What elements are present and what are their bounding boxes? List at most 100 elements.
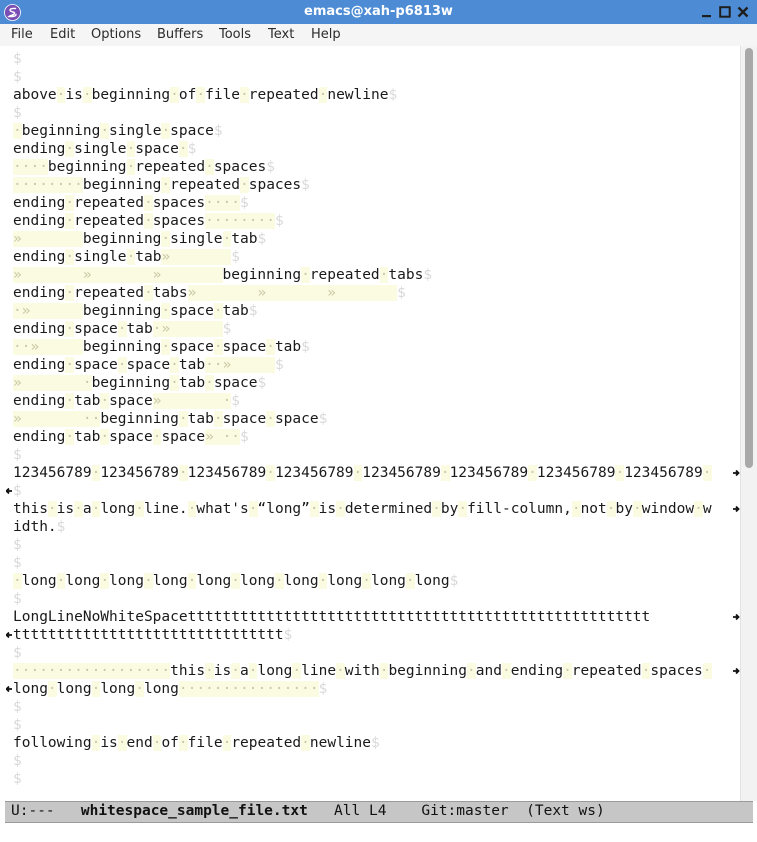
newline-mark: $ <box>248 303 258 319</box>
buffer-line[interactable]: ending·repeated·spaces········$ <box>13 212 284 230</box>
buffer-line[interactable]: $ <box>13 644 22 662</box>
whitespace-mark: · <box>292 663 302 679</box>
whitespace-mark: · <box>74 501 83 517</box>
buffer-line[interactable]: $ <box>13 752 22 770</box>
menu-file[interactable]: File <box>11 24 33 46</box>
buffer-line[interactable]: ending·single·space·$ <box>13 140 196 158</box>
buffer-line[interactable]: ····beginning·repeated·spaces$ <box>13 158 275 176</box>
buffer-line[interactable]: $ <box>13 68 22 86</box>
whitespace-mark: · <box>231 663 240 679</box>
whitespace-mark: · <box>266 339 275 355</box>
buffer-line[interactable]: idth.$ <box>13 518 65 536</box>
whitespace-mark: · <box>100 573 110 589</box>
buffer-line[interactable]: 123456789·123456789·123456789·123456789·… <box>13 464 712 482</box>
newline-mark: $ <box>266 159 275 175</box>
buffer-line[interactable]: » » » beginning·repeated·tabs$ <box>13 266 432 284</box>
buffer-text: beginning <box>91 87 171 103</box>
buffer-line[interactable]: ending·tab·space·space» ··$ <box>13 428 249 446</box>
buffer-line[interactable]: » ··beginning·tab·space·space$ <box>13 410 327 428</box>
buffer-line[interactable]: ending·space·tab·» $ <box>13 320 231 338</box>
buffer-line[interactable]: $ <box>13 554 22 572</box>
buffer-text: beginning <box>82 339 162 355</box>
buffer-text: long <box>56 681 92 697</box>
buffer-text: ending <box>13 213 66 229</box>
whitespace-mark: · <box>65 213 75 229</box>
scrollbar-thumb[interactable] <box>745 48 753 468</box>
buffer-line[interactable]: ··················this·is·a·long·line·wi… <box>13 662 712 680</box>
buffer-line[interactable]: $ <box>13 50 22 68</box>
buffer-line[interactable]: this·is·a·long·line.·what's·“long”·is·de… <box>13 500 712 518</box>
buffer-line[interactable]: ··» beginning·space·space·tab$ <box>13 338 310 356</box>
buffer-text: space <box>170 123 214 139</box>
buffer-text: tab <box>126 321 153 337</box>
buffer-text: what's <box>196 501 249 517</box>
buffer-line[interactable]: $ <box>13 482 22 500</box>
buffer-text: spaces <box>213 159 267 175</box>
maximize-icon[interactable] <box>717 3 733 21</box>
buffer-line[interactable]: ending·single·tab» $ <box>13 248 240 266</box>
buffer-line[interactable]: $ <box>13 770 22 788</box>
close-icon[interactable] <box>735 3 751 21</box>
minibuffer[interactable] <box>0 823 757 842</box>
modeline-modes[interactable]: (Text ws) <box>526 803 605 819</box>
menu-edit[interactable]: Edit <box>50 24 75 46</box>
buffer-line[interactable]: $ <box>13 104 22 122</box>
buffer-text: long <box>283 573 319 589</box>
buffer-line[interactable]: $ <box>13 716 22 734</box>
menu-help[interactable]: Help <box>311 24 341 46</box>
buffer-line[interactable]: above·is·beginning·of·file·repeated·newl… <box>13 86 397 104</box>
newline-mark: $ <box>213 123 223 139</box>
buffer-text: spaces <box>152 213 206 229</box>
whitespace-mark: · <box>467 663 476 679</box>
buffer-line[interactable]: ·» beginning·space·tab$ <box>13 302 257 320</box>
buffer-text: file <box>205 87 241 103</box>
buffer-line[interactable]: ttttttttttttttttttttttttttttttt$ <box>13 626 292 644</box>
buffer-line[interactable]: ending·tab·space» ·$ <box>13 392 240 410</box>
whitespace-mark: ·» <box>152 321 223 337</box>
buffer-text: space <box>170 339 214 355</box>
newline-mark: $ <box>13 591 22 607</box>
buffer-text: this <box>13 501 48 517</box>
buffer-line[interactable]: ·beginning·single·space$ <box>13 122 223 140</box>
whitespace-mark: · <box>702 663 712 679</box>
menu-bar: File Edit Options Buffers Tools Text Hel… <box>0 24 757 47</box>
whitespace-mark: · <box>501 663 511 679</box>
buffer-text: 123456789 <box>449 465 529 481</box>
buffer-line[interactable]: $ <box>13 446 22 464</box>
buffer-line[interactable]: » beginning·single·tab$ <box>13 230 266 248</box>
menu-options[interactable]: Options <box>91 24 141 46</box>
menu-text[interactable]: Text <box>268 24 294 46</box>
menu-buffers[interactable]: Buffers <box>157 24 203 46</box>
buffer-line[interactable]: following·is·end·of·file·repeated·newlin… <box>13 734 380 752</box>
whitespace-mark: · <box>178 735 188 751</box>
buffer-line[interactable]: ·long·long·long·long·long·long·long·long… <box>13 572 458 590</box>
newline-mark: $ <box>283 627 293 643</box>
modeline-buffer-name[interactable]: whitespace_sample_file.txt <box>81 803 308 819</box>
whitespace-mark: » <box>13 231 83 247</box>
whitespace-mark: · <box>615 465 625 481</box>
buffer-line[interactable]: ending·repeated·spaces····$ <box>13 194 249 212</box>
menu-tools[interactable]: Tools <box>219 24 251 46</box>
whitespace-mark: ········ <box>205 213 275 229</box>
buffer-line[interactable]: ending·space·space·tab··» $ <box>13 356 284 374</box>
buffer-text: space <box>222 339 267 355</box>
buffer-line[interactable]: » ·beginning·tab·space$ <box>13 374 266 392</box>
buffer-line[interactable]: ········beginning·repeated·spaces$ <box>13 176 310 194</box>
whitespace-mark: · <box>571 501 581 517</box>
wrap-arrow-icon <box>733 667 740 675</box>
buffer-line[interactable]: $ <box>13 698 22 716</box>
buffer-line[interactable]: ending·repeated·tabs» » » $ <box>13 284 406 302</box>
wrap-arrow-icon <box>733 469 740 477</box>
buffer-line[interactable]: $ <box>13 590 22 608</box>
text-buffer[interactable]: $ $ above·is·beginning·of·file·repeated·ne… <box>6 46 740 801</box>
whitespace-mark: · <box>632 501 642 517</box>
buffer-text: window <box>641 501 695 517</box>
minimize-icon[interactable] <box>699 3 715 21</box>
buffer-line[interactable]: $ <box>13 536 22 554</box>
buffer-line[interactable]: LongLineNoWhiteSpacetttttttttttttttttttt… <box>13 608 650 626</box>
buffer-text: line. <box>143 501 188 517</box>
buffer-line[interactable]: long·long·long·long················$ <box>13 680 327 698</box>
whitespace-mark: · <box>432 501 441 517</box>
vertical-scrollbar[interactable] <box>740 46 757 801</box>
modeline-vc-branch[interactable]: Git:master <box>421 803 508 819</box>
